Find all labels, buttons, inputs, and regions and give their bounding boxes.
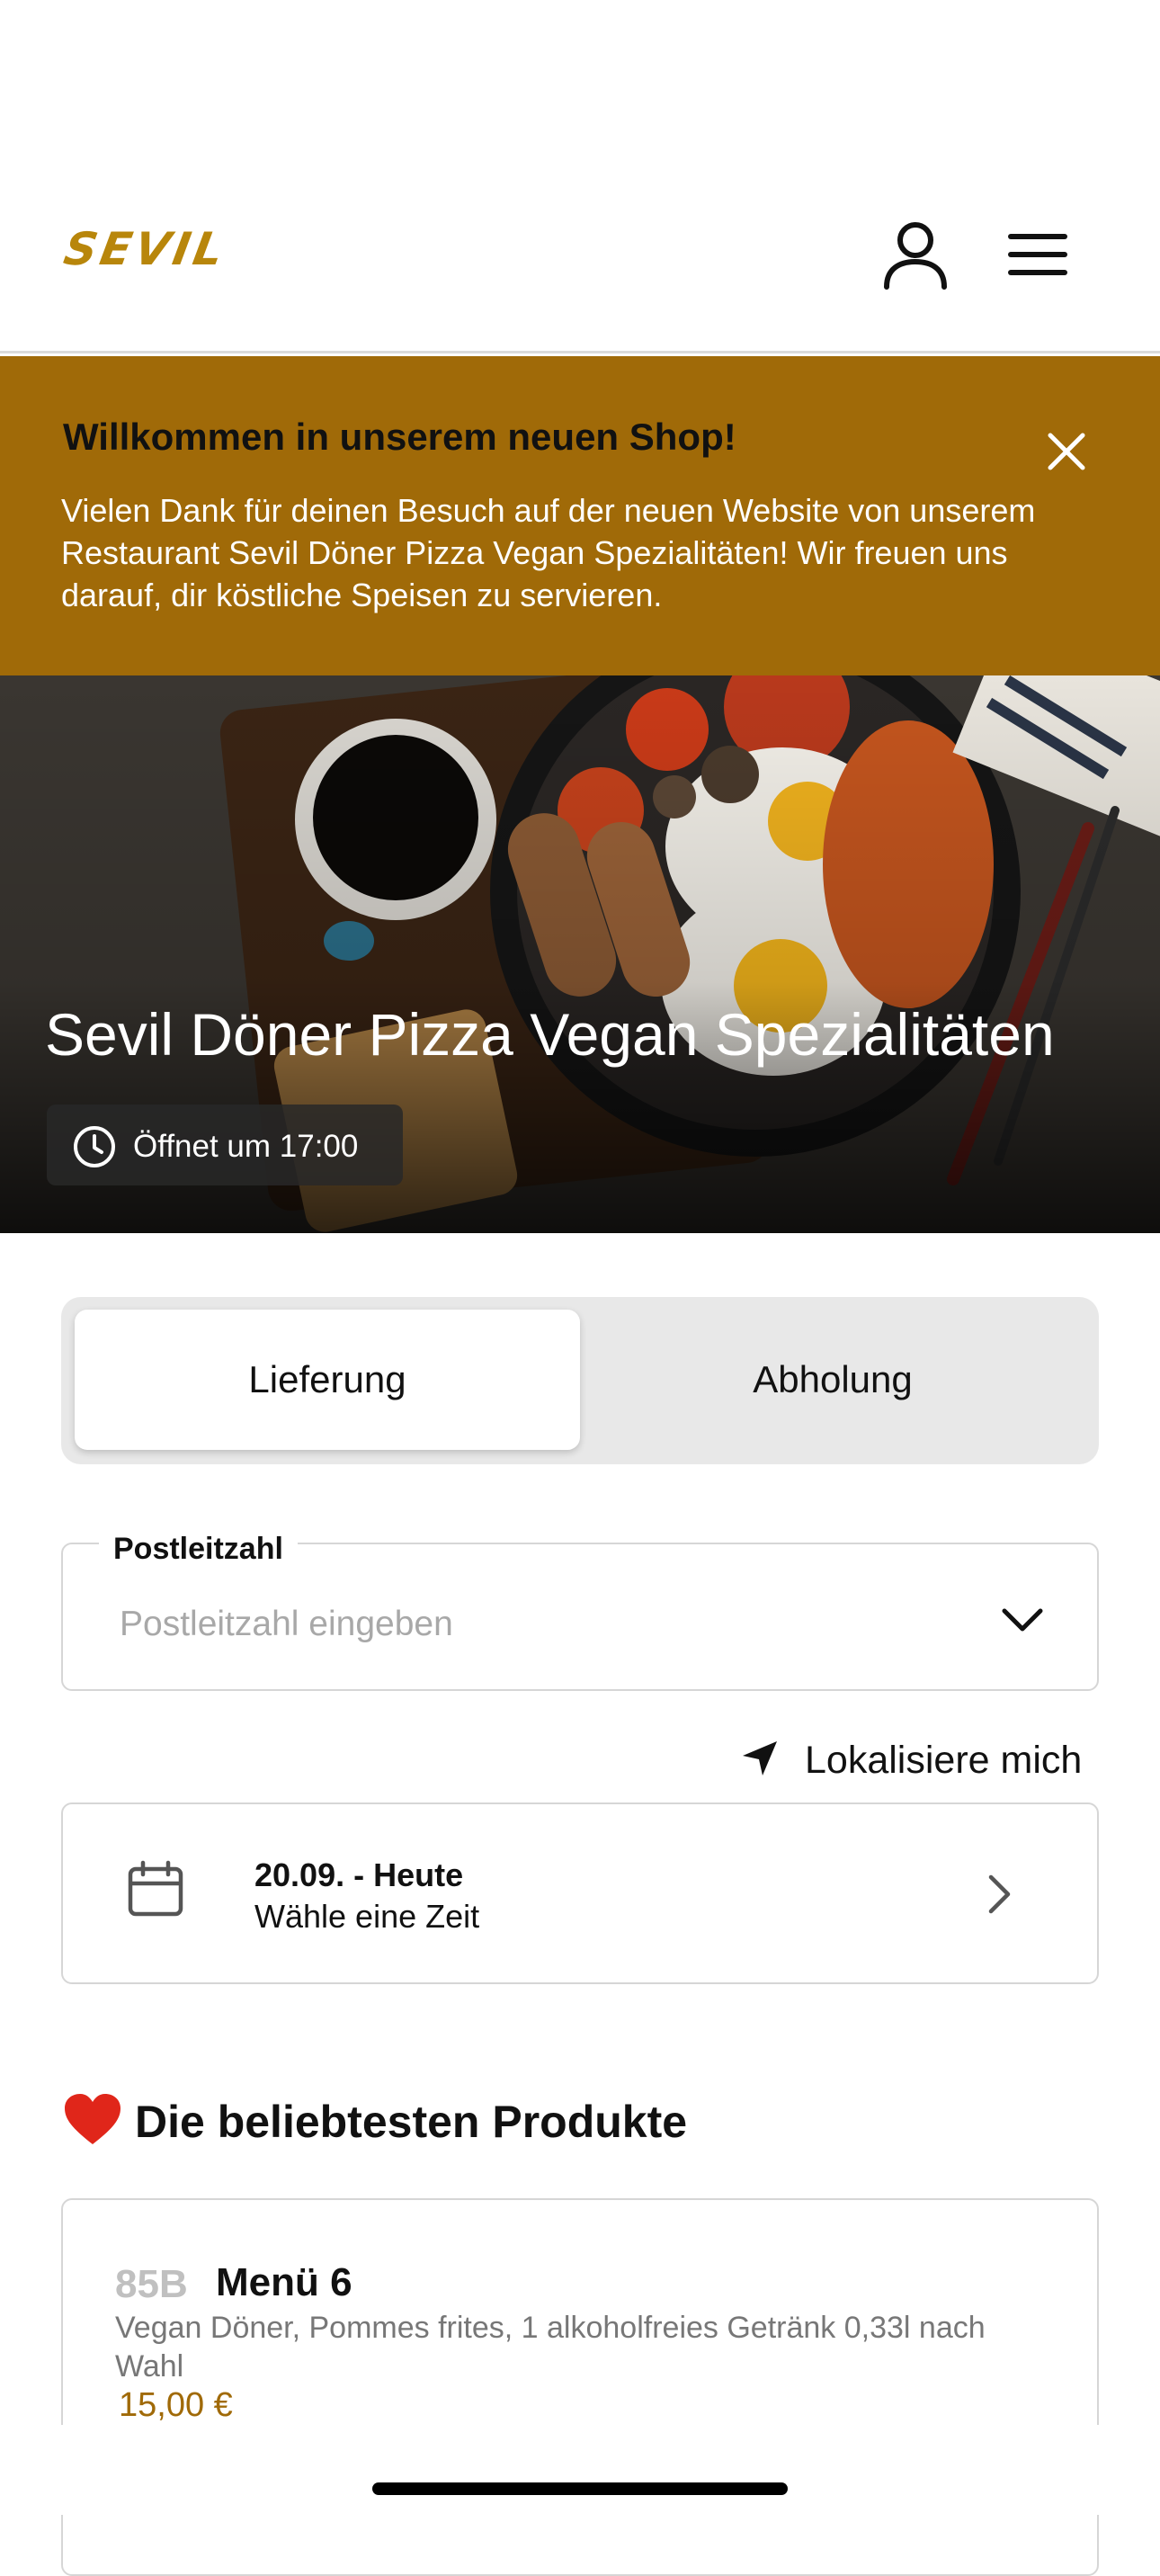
calendar-icon [126,1860,185,1919]
close-icon[interactable] [1043,428,1090,475]
tab-lieferung-label[interactable]: Lieferung [75,1358,580,1401]
sevil-logo[interactable]: SEVIL [60,223,231,275]
section-title-popular: Die beliebtesten Produkte [135,2097,688,2147]
product-number: 85B [115,2262,188,2306]
home-indicator[interactable] [372,2482,788,2495]
chevron-right-icon[interactable] [983,1872,1015,1917]
delivery-date: 20.09. - Heute [254,1856,464,1893]
hamburger-menu-icon[interactable] [1004,219,1075,291]
banner-title: Willkommen in unserem neuen Shop! [63,416,736,458]
locate-me-button[interactable]: Lokalisiere mich [805,1739,1082,1783]
user-icon[interactable] [879,219,951,291]
tab-abholung[interactable]: Abholung [580,1358,1085,1401]
heart-icon [63,2092,122,2148]
postcode-label: Postleitzahl [99,1532,298,1567]
product-name[interactable]: Menü 6 [216,2260,352,2305]
chevron-down-icon[interactable] [1000,1604,1045,1636]
product-price: 15,00 € [119,2386,233,2424]
site-header [0,0,1160,353]
opening-status-text: Öffnet um 17:00 [133,1129,359,1164]
location-arrow-icon[interactable] [737,1736,782,1781]
delivery-time-hint: Wähle eine Zeit [254,1898,480,1935]
bottom-safe-area [0,2425,1160,2515]
restaurant-name: Sevil Döner Pizza Vegan Spezialitäten [45,1001,1055,1068]
postcode-input[interactable]: Postleitzahl eingeben [120,1605,453,1644]
clock-icon [72,1124,117,1169]
product-description: Vegan Döner, Pommes frites, 1 alkoholfre… [115,2311,986,2384]
delivery-time-selector[interactable] [61,1802,1099,1984]
banner-text: Vielen Dank für deinen Besuch auf der ne… [61,492,1036,613]
